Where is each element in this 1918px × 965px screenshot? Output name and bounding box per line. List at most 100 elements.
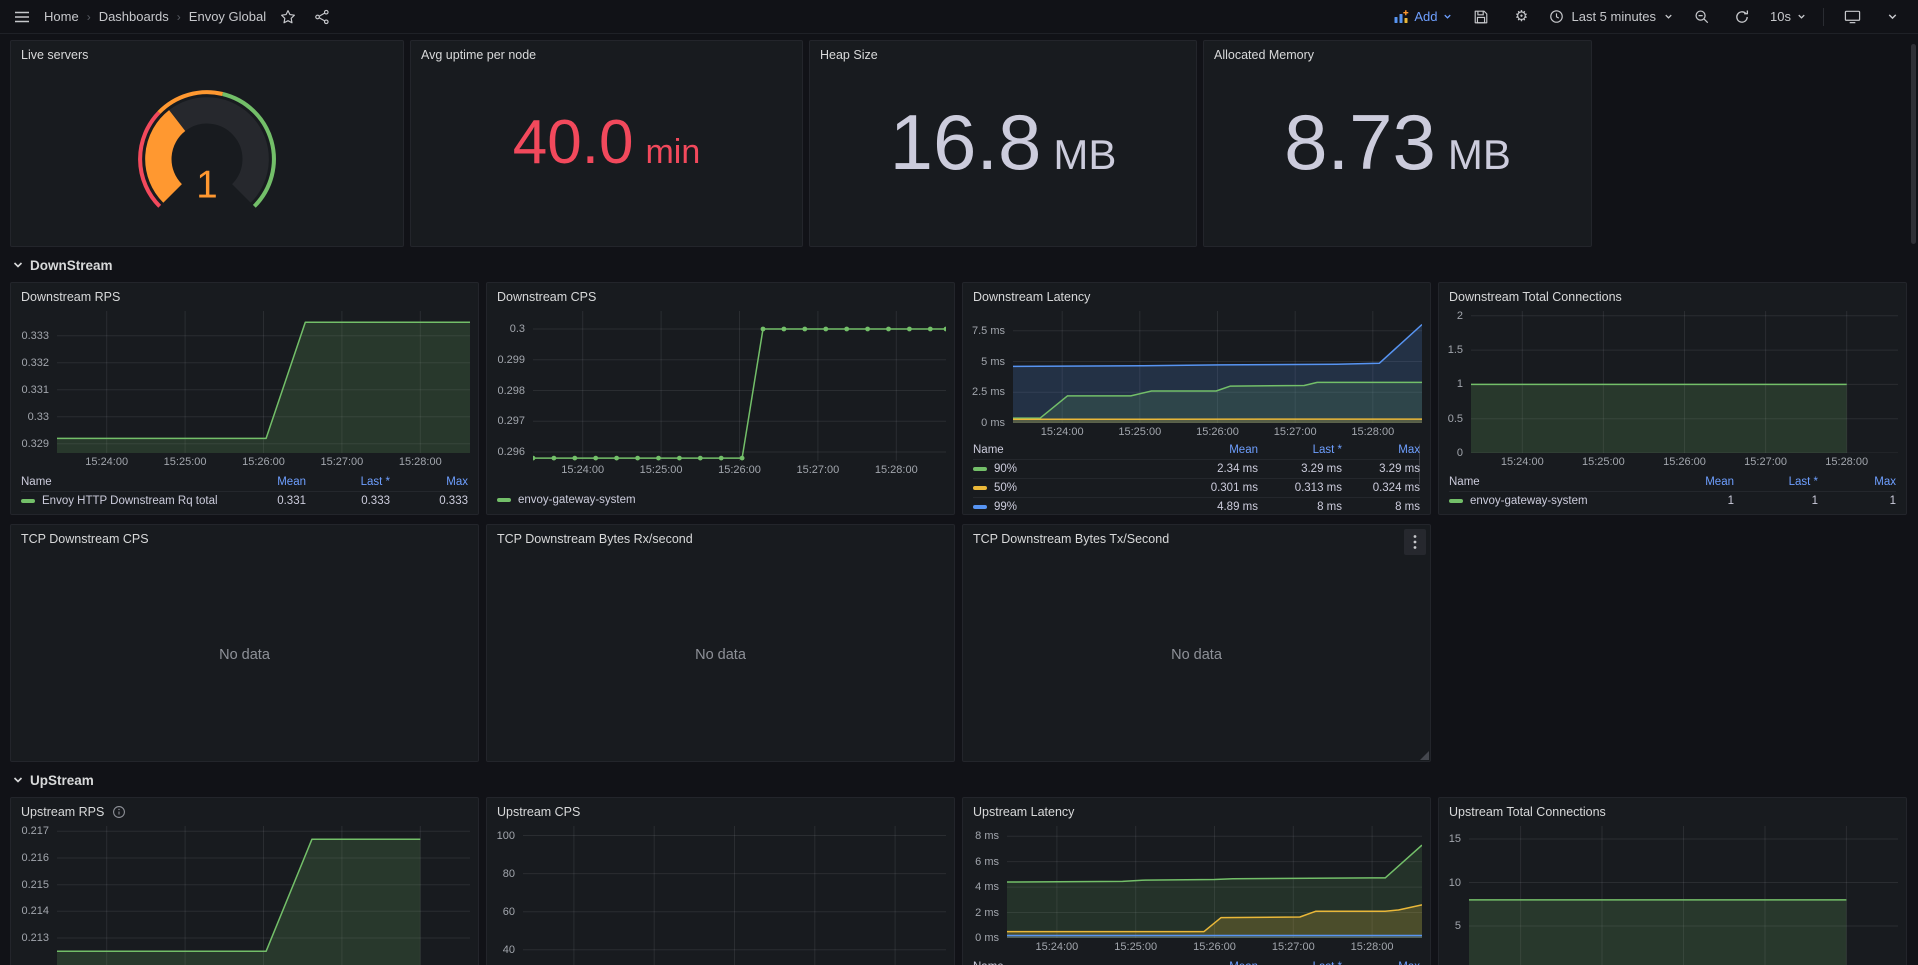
panel-allocated-memory: Allocated Memory 8.73 MB: [1203, 40, 1592, 247]
x-axis: 15:24:0015:25:0015:26:0015:27:0015:28:00: [1471, 453, 1898, 471]
panel-upstream-total-connections: Upstream Total Connections 51015 15:24:0…: [1438, 797, 1907, 965]
y-axis: 0 ms2.5 ms5 ms7.5 ms: [963, 311, 1005, 441]
legend-header: NameMeanLast *Max: [973, 958, 1420, 965]
panel-downstream-cps: Downstream CPS 0.2960.2970.2980.2990.3 1…: [486, 282, 955, 515]
add-button[interactable]: Add: [1393, 9, 1453, 25]
x-axis: 15:24:0015:25:0015:26:0015:27:0015:28:00: [1013, 423, 1422, 441]
panel-title[interactable]: Upstream Latency: [963, 798, 1430, 822]
legend-row[interactable]: 50%0.301 ms0.313 ms0.324 ms: [973, 478, 1420, 497]
panel-resize-handle[interactable]: [1420, 751, 1429, 760]
gauge: 1: [11, 65, 403, 246]
chart-plot-area[interactable]: [533, 311, 946, 461]
panel-title[interactable]: TCP Downstream Bytes Rx/second: [487, 525, 954, 549]
panel-tcp-downstream-bytes-rx: TCP Downstream Bytes Rx/second No data: [486, 524, 955, 762]
dashboard-canvas: Live servers 1 Avg uptime per node 40.0 …: [0, 34, 1918, 965]
tv-mode-icon[interactable]: [1840, 5, 1864, 29]
zoom-out-icon[interactable]: [1690, 5, 1714, 29]
panel-title[interactable]: Allocated Memory: [1204, 41, 1591, 65]
panel-title[interactable]: Downstream Total Connections: [1439, 283, 1906, 307]
breadcrumb-separator: ›: [87, 10, 91, 24]
panel-title[interactable]: Heap Size: [810, 41, 1196, 65]
legend: NameMeanLast *Maxenvoy-gateway-system111: [1449, 473, 1896, 510]
chart-plot-area[interactable]: [1013, 311, 1422, 423]
legend-header: NameMeanLast *Max: [1449, 473, 1896, 491]
panel-downstream-latency: Downstream Latency 0 ms2.5 ms5 ms7.5 ms …: [962, 282, 1431, 515]
breadcrumb-current[interactable]: Envoy Global: [189, 9, 266, 24]
nav-divider: [1823, 8, 1824, 26]
y-axis: 0.2960.2970.2980.2990.3: [487, 311, 525, 479]
legend-row[interactable]: Envoy HTTP Downstream Rq total0.3310.333…: [21, 491, 468, 510]
stat-unit: MB: [1053, 131, 1116, 179]
panel-title[interactable]: Downstream Latency: [963, 283, 1430, 307]
legend-header: NameMeanLast *Max: [973, 441, 1420, 459]
panel-menu-kebab-icon[interactable]: [1404, 529, 1426, 555]
legend-scroll-area[interactable]: NameMeanLast *Max90%2.34 ms3.29 ms3.29 m…: [973, 441, 1420, 510]
legend-row[interactable]: envoy-gateway-system111: [1449, 491, 1896, 510]
page-scrollbar[interactable]: [1911, 44, 1916, 244]
panel-title[interactable]: Downstream RPS: [11, 283, 478, 307]
panel-title[interactable]: Downstream CPS: [487, 283, 954, 307]
panel-title[interactable]: TCP Downstream CPS: [11, 525, 478, 549]
legend: envoy-gateway-system: [497, 490, 944, 510]
hamburger-menu-icon[interactable]: [10, 5, 34, 29]
panel-tcp-downstream-bytes-tx: TCP Downstream Bytes Tx/Second No data: [962, 524, 1431, 762]
stat-value: 40.0: [513, 107, 634, 178]
legend: NameMeanLast *Max90%2.34 ms3.29 ms3.29 m…: [973, 441, 1420, 510]
no-data-message: No data: [11, 549, 478, 761]
chart-plot-area[interactable]: [1007, 826, 1422, 938]
panel-heap-size: Heap Size 16.8 MB: [809, 40, 1197, 247]
panel-title[interactable]: Upstream CPS: [487, 798, 954, 822]
legend: NameMeanLast *Max: [973, 958, 1420, 965]
panel-title[interactable]: TCP Downstream Bytes Tx/Second: [963, 525, 1430, 549]
add-panel-icon: [1393, 9, 1409, 25]
panel-title[interactable]: Upstream Total Connections: [1439, 798, 1906, 822]
stat-value: 8.73: [1284, 97, 1436, 188]
no-data-message: No data: [487, 549, 954, 761]
chevron-down-icon: [1442, 11, 1453, 22]
refresh-icon[interactable]: [1730, 5, 1754, 29]
legend-row[interactable]: 99%4.89 ms8 ms8 ms: [973, 497, 1420, 510]
legend-scrollbar[interactable]: [1419, 443, 1420, 485]
star-icon[interactable]: [276, 5, 300, 29]
panel-title[interactable]: Live servers: [11, 41, 403, 65]
panel-title[interactable]: Avg uptime per node: [411, 41, 802, 65]
dashboard-settings-icon[interactable]: ⚙: [1509, 5, 1533, 29]
breadcrumb-home[interactable]: Home: [44, 9, 79, 24]
share-icon[interactable]: [310, 5, 334, 29]
y-axis: 00.511.52: [1439, 311, 1463, 471]
panel-downstream-rps: Downstream RPS 0.3290.330.3310.3320.333 …: [10, 282, 479, 515]
chart-plot-area[interactable]: [523, 826, 946, 965]
chart-plot-area[interactable]: [1469, 826, 1898, 965]
svg-text:1: 1: [196, 163, 217, 206]
nav-chevron-down-icon[interactable]: [1880, 5, 1904, 29]
clock-icon: [1549, 9, 1564, 24]
refresh-interval-dropdown[interactable]: 10s: [1770, 9, 1807, 24]
chart-plot-area[interactable]: [57, 826, 470, 965]
section-downstream[interactable]: DownStream: [12, 255, 1906, 275]
info-icon: [112, 805, 126, 819]
legend-header: NameMeanLast *Max: [21, 473, 468, 491]
stat-value: 16.8: [890, 97, 1042, 188]
save-dashboard-icon[interactable]: [1469, 5, 1493, 29]
panel-avg-uptime: Avg uptime per node 40.0 min: [410, 40, 803, 247]
breadcrumb-dashboards[interactable]: Dashboards: [99, 9, 169, 24]
time-range-picker[interactable]: Last 5 minutes: [1549, 9, 1674, 24]
y-axis: 0 ms2 ms4 ms6 ms8 ms: [963, 826, 999, 956]
chart-plot-area[interactable]: [57, 311, 470, 453]
y-axis: 51015: [1439, 826, 1461, 965]
chart-plot-area[interactable]: [1471, 311, 1898, 453]
chevron-down-icon: [12, 259, 24, 271]
panel-upstream-latency: Upstream Latency 0 ms2 ms4 ms6 ms8 ms 15…: [962, 797, 1431, 965]
no-data-message: No data: [963, 549, 1430, 761]
legend-item[interactable]: envoy-gateway-system: [497, 490, 944, 510]
y-axis: 0.2130.2140.2150.2160.217: [11, 826, 49, 965]
chevron-down-icon: [12, 774, 24, 786]
top-nav: Home › Dashboards › Envoy Global Add: [0, 0, 1918, 34]
x-axis: 15:24:0015:25:0015:26:0015:27:0015:28:00: [57, 453, 470, 471]
legend-row[interactable]: 90%2.34 ms3.29 ms3.29 ms: [973, 459, 1420, 478]
breadcrumb: Home › Dashboards › Envoy Global: [44, 9, 266, 24]
legend: NameMeanLast *MaxEnvoy HTTP Downstream R…: [21, 473, 468, 510]
panel-upstream-rps: Upstream RPS 0.2130.2140.2150.2160.217 1…: [10, 797, 479, 965]
section-upstream[interactable]: UpStream: [12, 770, 1906, 790]
panel-title[interactable]: Upstream RPS: [11, 798, 478, 822]
